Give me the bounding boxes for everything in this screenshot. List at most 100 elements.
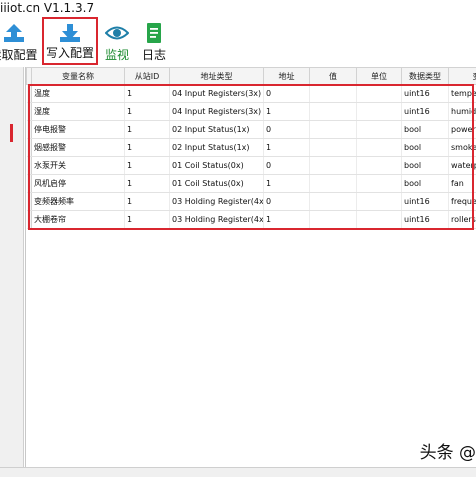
left-panel [0,67,24,467]
cell-slave-id[interactable]: 1 [124,102,170,121]
cell-name[interactable]: 变频器频率 [31,192,125,211]
cell-unit[interactable] [356,102,402,121]
cell-slave-id[interactable]: 1 [124,84,170,103]
cell-address-type[interactable]: 02 Input Status(1x) [169,120,264,139]
cell-data-type[interactable]: bool [401,138,449,157]
cell-slave-id[interactable]: 1 [124,174,170,193]
cell-address-type[interactable]: 03 Holding Register(4x) [169,192,264,211]
cell-variable[interactable]: rollersh [448,210,476,229]
read-config-button[interactable]: 读取配置 [0,19,41,65]
monitor-label: 监视 [104,48,129,62]
cell-data-type[interactable]: bool [401,120,449,139]
cell-name[interactable]: 温度 [31,84,125,103]
cell-unit[interactable] [356,138,402,157]
cell-address[interactable]: 0 [263,120,310,139]
log-button[interactable]: 日志 [138,19,170,65]
left-panel-marker [10,124,13,142]
cell-address[interactable]: 1 [263,210,310,229]
cell-value[interactable] [309,210,357,229]
cell-variable[interactable]: powerfa [448,120,476,139]
variable-table[interactable]: 变量名称 从站ID 地址类型 地址 值 单位 数据类型 变 温度 1 04 In… [25,67,476,467]
cell-address[interactable]: 1 [263,102,310,121]
cell-address-type[interactable]: 03 Holding Register(4x) [169,210,264,229]
cell-address[interactable]: 1 [263,138,310,157]
cell-address[interactable]: 0 [263,156,310,175]
col-header-slave-id[interactable]: 从站ID [124,67,170,85]
window-title: iiiot.cn V1.1.3.7 [0,1,95,15]
cell-address[interactable]: 0 [263,84,310,103]
monitor-button[interactable]: 监视 [100,19,134,65]
write-config-button[interactable]: 写入配置 [42,17,98,65]
cell-value[interactable] [309,84,357,103]
cell-address-type[interactable]: 02 Input Status(1x) [169,138,264,157]
title-bar: iiiot.cn V1.1.3.7 [0,0,476,17]
write-config-label: 写入配置 [45,46,94,60]
eye-icon [105,26,129,40]
col-header-name[interactable]: 变量名称 [31,67,125,85]
document-icon [147,23,161,43]
cell-address-type[interactable]: 01 Coil Status(0x) [169,174,264,193]
cell-address[interactable]: 1 [263,174,310,193]
cell-variable[interactable]: waterpu [448,156,476,175]
table-row[interactable]: 变频器频率 1 03 Holding Register(4x) 0 uint16… [26,192,476,211]
table-row[interactable]: 大棚卷帘 1 03 Holding Register(4x) 1 uint16 … [26,210,476,229]
table-row[interactable]: 温度 1 04 Input Registers(3x) 0 uint16 tem… [26,84,476,103]
cell-address-type[interactable]: 04 Input Registers(3x) [169,102,264,121]
cell-slave-id[interactable]: 1 [124,138,170,157]
table-row[interactable]: 风机启停 1 01 Coil Status(0x) 1 bool fan [26,174,476,193]
log-label: 日志 [141,48,166,62]
table-header-row: 变量名称 从站ID 地址类型 地址 值 单位 数据类型 变 [26,67,476,85]
cell-address[interactable]: 0 [263,192,310,211]
cell-unit[interactable] [356,120,402,139]
cell-slave-id[interactable]: 1 [124,210,170,229]
cell-data-type[interactable]: uint16 [401,210,449,229]
cell-slave-id[interactable]: 1 [124,156,170,175]
cell-value[interactable] [309,138,357,157]
cell-unit[interactable] [356,192,402,211]
cell-value[interactable] [309,102,357,121]
cell-data-type[interactable]: uint16 [401,192,449,211]
cell-variable[interactable]: frequen [448,192,476,211]
cell-unit[interactable] [356,156,402,175]
cell-data-type[interactable]: uint16 [401,84,449,103]
table-row[interactable]: 水泵开关 1 01 Coil Status(0x) 0 bool waterpu [26,156,476,175]
col-header-variable[interactable]: 变 [448,67,476,85]
cell-value[interactable] [309,120,357,139]
cell-name[interactable]: 水泵开关 [31,156,125,175]
col-header-data-type[interactable]: 数据类型 [401,67,449,85]
cell-variable[interactable]: temper [448,84,476,103]
download-icon [60,24,80,42]
cell-unit[interactable] [356,84,402,103]
cell-address-type[interactable]: 04 Input Registers(3x) [169,84,264,103]
cell-variable[interactable]: humidi [448,102,476,121]
cell-value[interactable] [309,192,357,211]
table-row[interactable]: 停电报警 1 02 Input Status(1x) 0 bool powerf… [26,120,476,139]
status-bar [0,467,476,477]
col-header-address-type[interactable]: 地址类型 [169,67,264,85]
cell-slave-id[interactable]: 1 [124,120,170,139]
watermark: 头条 @ [419,443,476,463]
cell-value[interactable] [309,156,357,175]
cell-unit[interactable] [356,174,402,193]
cell-name[interactable]: 风机启停 [31,174,125,193]
cell-slave-id[interactable]: 1 [124,192,170,211]
cell-data-type[interactable]: bool [401,174,449,193]
cell-variable[interactable]: smoke [448,138,476,157]
col-header-address[interactable]: 地址 [263,67,310,85]
cell-unit[interactable] [356,210,402,229]
cell-name[interactable]: 湿度 [31,102,125,121]
table-row[interactable]: 湿度 1 04 Input Registers(3x) 1 uint16 hum… [26,102,476,121]
cell-value[interactable] [309,174,357,193]
read-config-label: 读取配置 [0,48,38,62]
cell-name[interactable]: 烟感报警 [31,138,125,157]
cell-variable[interactable]: fan [448,174,476,193]
upload-icon [3,24,24,42]
table-row[interactable]: 烟感报警 1 02 Input Status(1x) 1 bool smoke [26,138,476,157]
col-header-unit[interactable]: 单位 [356,67,402,85]
cell-address-type[interactable]: 01 Coil Status(0x) [169,156,264,175]
col-header-value[interactable]: 值 [309,67,357,85]
cell-name[interactable]: 停电报警 [31,120,125,139]
cell-name[interactable]: 大棚卷帘 [31,210,125,229]
cell-data-type[interactable]: bool [401,156,449,175]
cell-data-type[interactable]: uint16 [401,102,449,121]
